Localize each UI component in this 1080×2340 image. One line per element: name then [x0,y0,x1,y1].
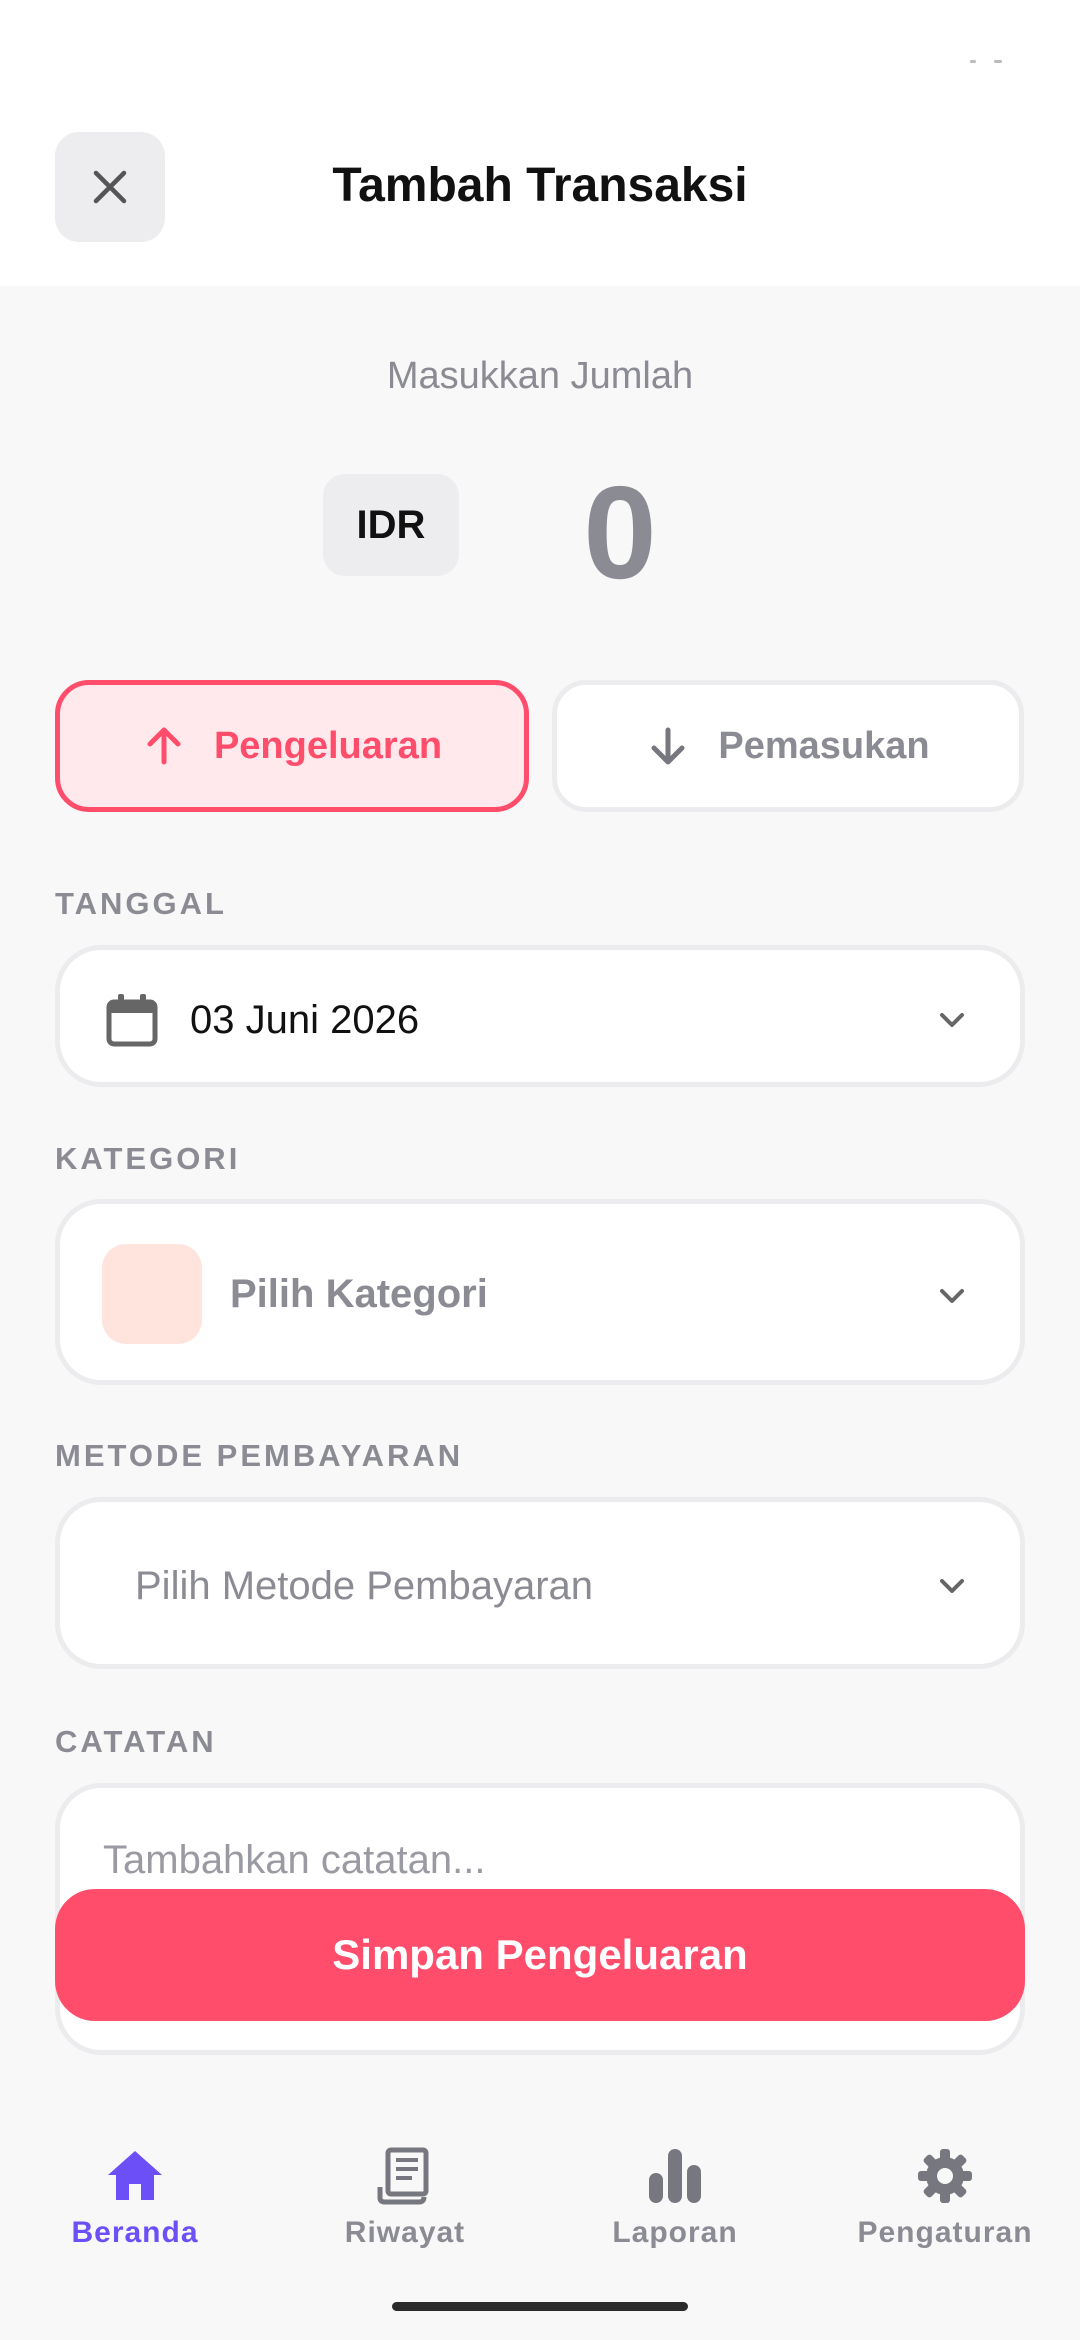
note-placeholder: Tambahkan catatan... [103,1838,486,1882]
status-bar [0,0,1080,100]
expense-toggle-button[interactable]: Pengeluaran [55,680,529,812]
nav-item-beranda[interactable]: Beranda [0,2146,270,2250]
note-section-label: CATATAN [55,1724,217,1759]
currency-selector[interactable]: IDR [323,474,459,576]
status-indicator [970,60,1002,64]
arrow-down-icon [651,727,685,765]
category-color-swatch [102,1244,202,1344]
income-toggle-button[interactable]: Pemasukan [552,680,1024,812]
nav-label-pengaturan: Pengaturan [857,2216,1033,2249]
header: Tambah Transaksi [0,100,1080,286]
category-section-label: KATEGORI [55,1141,241,1176]
date-section-label: TANGGAL [55,886,227,921]
amount-label: Masukkan Jumlah [386,355,694,397]
date-picker[interactable]: 03 Juni 2026 [55,945,1025,1087]
payment-method-select[interactable]: Pilih Metode Pembayaran [55,1497,1025,1669]
nav-label-laporan: Laporan [612,2216,738,2249]
income-toggle-label: Pemasukan [718,724,930,767]
payment-placeholder: Pilih Metode Pembayaran [135,1564,594,1608]
nav-item-pengaturan[interactable]: Pengaturan [810,2146,1080,2250]
nav-item-riwayat[interactable]: Riwayat [270,2146,540,2250]
bar-chart-icon [649,2149,701,2203]
category-select[interactable]: Pilih Kategori [55,1199,1025,1385]
gear-icon [918,2149,972,2203]
chevron-down-icon [940,1013,964,1027]
chevron-down-icon [940,1579,964,1593]
chevron-down-icon [940,1289,964,1303]
expense-toggle-label: Pengeluaran [213,724,443,767]
nav-label-beranda: Beranda [71,2216,199,2249]
calendar-icon [106,994,158,1047]
home-indicator [392,2302,688,2311]
amount-input[interactable]: 0 [560,458,680,608]
payment-section-label: METODE PEMBAYARAN [55,1438,464,1473]
receipt-icon [377,2147,429,2205]
nav-label-riwayat: Riwayat [344,2216,466,2249]
home-icon [108,2151,162,2200]
arrow-up-icon [147,727,181,765]
save-button[interactable]: Simpan Pengeluaran [55,1889,1025,2021]
date-value: 03 Juni 2026 [190,998,420,1042]
category-placeholder: Pilih Kategori [230,1272,488,1316]
nav-item-laporan[interactable]: Laporan [540,2146,810,2250]
page-title: Tambah Transaksi [332,159,748,212]
